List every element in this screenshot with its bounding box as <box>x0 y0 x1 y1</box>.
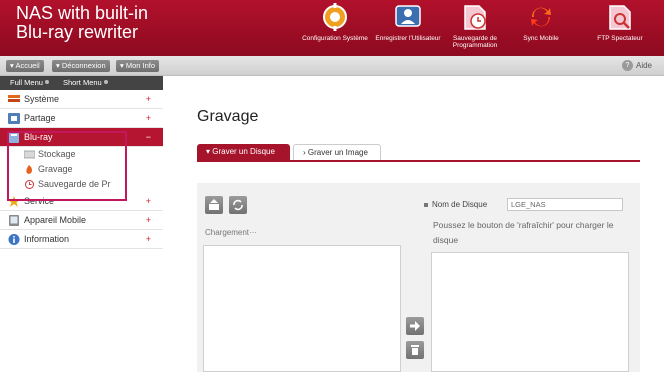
refresh-button[interactable] <box>229 196 247 214</box>
expand-icon[interactable]: + <box>146 90 151 109</box>
add-to-disc-button[interactable] <box>406 317 424 335</box>
expand-icon[interactable]: + <box>146 109 151 128</box>
tab-graver-disque[interactable]: ▾ Graver un Disque <box>197 144 290 160</box>
user-icon <box>395 5 421 27</box>
ftp-icon <box>609 5 631 30</box>
expand-icon[interactable]: + <box>146 211 151 230</box>
brand-line-2: Blu-ray rewriter <box>16 22 139 42</box>
logout-label: Déconnexion <box>61 61 106 70</box>
help-label: Aide <box>635 61 652 70</box>
logout-button[interactable]: ▾ Déconnexion <box>52 60 110 72</box>
tab-graver-image[interactable]: › Graver un Image <box>293 144 381 160</box>
nav-backup[interactable]: Sauvegarde de Programmation <box>438 2 512 49</box>
radio-dot-icon <box>44 80 49 84</box>
nav-configuration[interactable]: Configuration Système <box>298 2 372 42</box>
sidebar: Full Menu Short Menu Système + Partage + … <box>0 76 163 372</box>
radio-dot-icon <box>103 80 108 84</box>
nav-label: Sync Mobile <box>523 35 559 42</box>
upload-icon <box>209 199 219 210</box>
nav-label: Sauvegarde de Programmation <box>452 35 498 49</box>
help-icon: ? <box>621 60 633 72</box>
sidebar-item-label: Appareil Mobile <box>24 215 87 225</box>
refresh-icon <box>233 199 243 211</box>
menu-mode-bar: Full Menu Short Menu <box>0 76 163 90</box>
app-brand: NAS with built-in Blu-ray rewriter <box>16 4 148 42</box>
loading-label: Chargement··· <box>205 228 258 237</box>
bullet-icon <box>424 202 428 207</box>
refresh-hint: Poussez le bouton de 'rafraîchir' pour c… <box>433 220 614 245</box>
help-button[interactable]: ? Aide <box>621 59 652 73</box>
sidebar-item-systeme[interactable]: Système + <box>0 90 163 109</box>
page-title: Gravage <box>197 108 259 125</box>
disc-name-input[interactable] <box>507 198 623 211</box>
short-menu-toggle[interactable]: Short Menu <box>63 78 102 87</box>
sidebar-item-partage[interactable]: Partage + <box>0 109 163 128</box>
gear-icon <box>323 3 347 31</box>
home-label: Accueil <box>15 61 40 70</box>
toolbar: ▾ Accueil ▾ Déconnexion ▾ Mon Info ? Aide <box>0 56 664 76</box>
collapse-icon[interactable]: − <box>146 128 151 147</box>
nav-user[interactable]: Enregistrer l'Utilisateur <box>371 2 445 42</box>
disc-name-text: Nom de Disque <box>432 200 488 209</box>
nav-label: Configuration Système <box>302 35 368 42</box>
disc-name-label: Nom de Disque <box>424 200 487 209</box>
tab-label: Graver un Disque <box>212 147 275 156</box>
arrow-right-icon <box>410 321 420 331</box>
source-file-list[interactable] <box>203 245 401 372</box>
system-icon <box>8 95 20 102</box>
nav-sync-mobile[interactable]: Sync Mobile <box>504 2 578 42</box>
expand-icon[interactable]: + <box>146 230 151 249</box>
nav-ftp[interactable]: FTP Spectateur <box>583 2 657 42</box>
nav-label: FTP Spectateur <box>597 35 643 42</box>
sidebar-item-label: Système <box>24 94 60 104</box>
tab-label: Graver un Image <box>307 148 368 157</box>
brand-line-1: NAS with built-in <box>16 3 149 23</box>
mobile-device-icon <box>9 215 19 226</box>
highlight-box <box>7 131 127 201</box>
schedule-icon <box>464 5 486 30</box>
my-info-label: Mon Info <box>125 61 156 70</box>
sync-icon <box>531 7 551 27</box>
disc-content-list[interactable] <box>431 252 629 372</box>
tab-underline <box>197 160 640 162</box>
delete-button[interactable] <box>406 341 424 359</box>
sidebar-item-information[interactable]: Information + <box>0 230 163 249</box>
sidebar-item-appareil-mobile[interactable]: Appareil Mobile + <box>0 211 163 230</box>
full-menu-toggle[interactable]: Full Menu <box>10 78 43 87</box>
upload-button[interactable] <box>205 196 223 214</box>
sidebar-item-label: Information <box>24 234 70 244</box>
sidebar-item-label: Partage <box>24 113 56 123</box>
my-info-button[interactable]: ▾ Mon Info <box>116 60 160 72</box>
trash-icon <box>411 345 419 355</box>
app-header: NAS with built-in Blu-ray rewriter Confi… <box>0 0 664 56</box>
info-icon <box>8 234 20 245</box>
nav-label: Enregistrer l'Utilisateur <box>375 35 441 42</box>
share-icon <box>8 113 20 124</box>
expand-icon[interactable]: + <box>146 192 151 211</box>
home-button[interactable]: ▾ Accueil <box>6 60 44 72</box>
